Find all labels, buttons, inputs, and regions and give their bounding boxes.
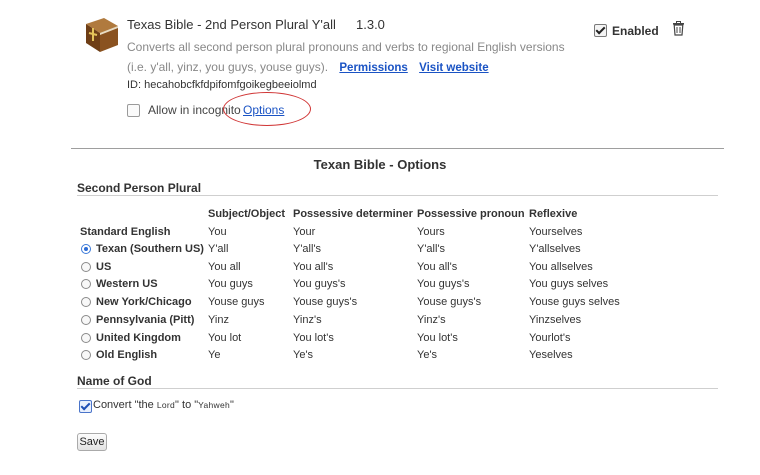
table-cell: You lot	[208, 332, 242, 344]
table-cell: Yeselves	[529, 349, 573, 361]
extension-version: 1.3.0	[356, 17, 385, 32]
dialect-radio[interactable]	[81, 350, 91, 360]
table-cell: Yourlot's	[529, 332, 571, 344]
options-link[interactable]: Options	[243, 103, 284, 117]
dialect-label: United Kingdom	[96, 332, 181, 344]
table-cell: Ye's	[417, 349, 438, 361]
table-cell: Ye's	[293, 349, 314, 361]
dialect-label: New York/Chicago	[96, 296, 192, 308]
table-cell: Yinzselves	[529, 314, 582, 326]
enabled-checkbox[interactable]	[594, 24, 607, 37]
extension-name: Texas Bible - 2nd Person Plural Y'all	[127, 17, 336, 32]
enabled-label: Enabled	[612, 24, 659, 38]
section-rule	[77, 195, 718, 196]
permissions-link[interactable]: Permissions	[339, 62, 407, 74]
dialect-radio[interactable]	[81, 279, 91, 289]
table-cell: Your	[293, 226, 316, 238]
dialect-radio[interactable]	[81, 244, 91, 254]
table-cell: Yinz	[208, 314, 229, 326]
save-button[interactable]: Save	[77, 433, 107, 451]
table-cell: Yinz's	[293, 314, 322, 326]
dialect-radio[interactable]	[81, 333, 91, 343]
standard-english-label: Standard English	[80, 226, 171, 238]
table-cell: Yourselves	[529, 226, 583, 238]
column-header-reflexive: Reflexive	[529, 208, 578, 220]
section-heading-name-of-god: Name of God	[77, 374, 152, 388]
dialect-label: US	[96, 261, 112, 273]
section-rule	[77, 388, 718, 389]
table-cell: You lot's	[417, 332, 458, 344]
table-cell: You guys's	[417, 278, 470, 290]
table-cell: Youse guys's	[293, 296, 358, 308]
bible-book-icon	[86, 18, 118, 52]
dialect-label: Pennsylvania (Pitt)	[96, 314, 195, 326]
allow-incognito-checkbox[interactable]	[127, 104, 140, 117]
table-cell: Youse guys's	[417, 296, 482, 308]
table-cell: Y'all	[208, 243, 229, 255]
section-heading-second-person-plural: Second Person Plural	[77, 181, 202, 195]
table-cell: You lot's	[293, 332, 334, 344]
dialect-label: Texan (Southern US)	[96, 243, 204, 255]
dialect-radio[interactable]	[81, 297, 91, 307]
table-cell: You allselves	[529, 261, 593, 273]
column-header-subject-object: Subject/Object	[208, 208, 286, 220]
table-cell: You all's	[417, 261, 458, 273]
visit-website-link[interactable]: Visit website	[419, 62, 488, 74]
section-divider	[71, 148, 724, 149]
table-cell: You guys's	[293, 278, 346, 290]
convert-lord-checkbox[interactable]	[79, 400, 92, 413]
dialect-radio[interactable]	[81, 315, 91, 325]
trash-icon[interactable]	[672, 21, 685, 36]
table-cell: Yours	[417, 226, 445, 238]
column-header-possessive-determiner: Possessive determiner	[293, 208, 413, 220]
extension-id: ID: hecahobcfkfdpifomfgoikegbeeiolmd	[127, 79, 317, 91]
table-cell: You guys	[208, 278, 253, 290]
extension-description: Converts all second person plural pronou…	[127, 37, 587, 78]
table-cell: Youse guys selves	[529, 296, 620, 308]
options-title: Texan Bible - Options	[313, 157, 447, 172]
table-cell: Ye	[208, 349, 221, 361]
table-cell: Youse guys	[208, 296, 265, 308]
table-cell: Yinz's	[417, 314, 446, 326]
dialect-label: Old English	[96, 349, 158, 361]
table-cell: You	[208, 226, 227, 238]
dialect-label: Western US	[96, 278, 158, 290]
table-cell: Y'all's	[417, 243, 446, 255]
column-header-possessive-pronoun: Possessive pronoun	[417, 208, 525, 220]
table-cell: You all	[208, 261, 241, 273]
table-cell: You guys selves	[529, 278, 609, 290]
table-cell: Y'all's	[293, 243, 322, 255]
table-cell: Y'allselves	[529, 243, 581, 255]
convert-lord-label: Convert "the Lord" to "Yahweh"	[93, 399, 234, 411]
dialect-radio[interactable]	[81, 262, 91, 272]
table-cell: You all's	[293, 261, 334, 273]
